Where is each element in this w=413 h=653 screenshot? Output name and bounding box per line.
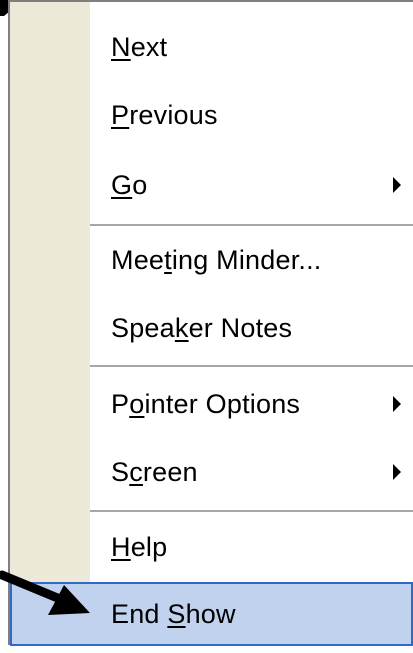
menu-item-label: Pointer Options	[111, 388, 301, 419]
menu-item-help[interactable]: Help	[10, 517, 413, 577]
menu-item-label: Speaker Notes	[111, 312, 293, 343]
menu-item-previous[interactable]: Previous	[10, 85, 413, 145]
menu-item-go[interactable]: Go	[10, 155, 413, 215]
chevron-right-icon	[393, 464, 401, 480]
menu-items: Next Previous Go Meeting Minder... Speak…	[10, 2, 413, 646]
menu-item-label: End Show	[111, 598, 236, 629]
menu-item-label: Next	[111, 31, 168, 62]
menu-item-label: Help	[111, 531, 168, 562]
chevron-right-icon	[393, 177, 401, 193]
menu-item-end-show[interactable]: End Show	[10, 582, 413, 646]
context-menu: Next Previous Go Meeting Minder... Speak…	[8, 0, 413, 646]
menu-separator	[90, 365, 413, 367]
menu-separator	[90, 510, 413, 512]
menu-item-screen[interactable]: Screen	[10, 442, 413, 502]
chevron-right-icon	[393, 396, 401, 412]
menu-item-label: Screen	[111, 456, 198, 487]
menu-separator	[90, 224, 413, 226]
menu-item-label: Previous	[111, 99, 218, 130]
menu-item-meeting-minder[interactable]: Meeting Minder...	[10, 230, 413, 290]
menu-item-speaker-notes[interactable]: Speaker Notes	[10, 298, 413, 358]
menu-item-pointer-options[interactable]: Pointer Options	[10, 374, 413, 434]
menu-item-label: Meeting Minder...	[111, 244, 322, 275]
menu-item-next[interactable]: Next	[10, 17, 413, 77]
menu-item-label: Go	[111, 169, 148, 200]
